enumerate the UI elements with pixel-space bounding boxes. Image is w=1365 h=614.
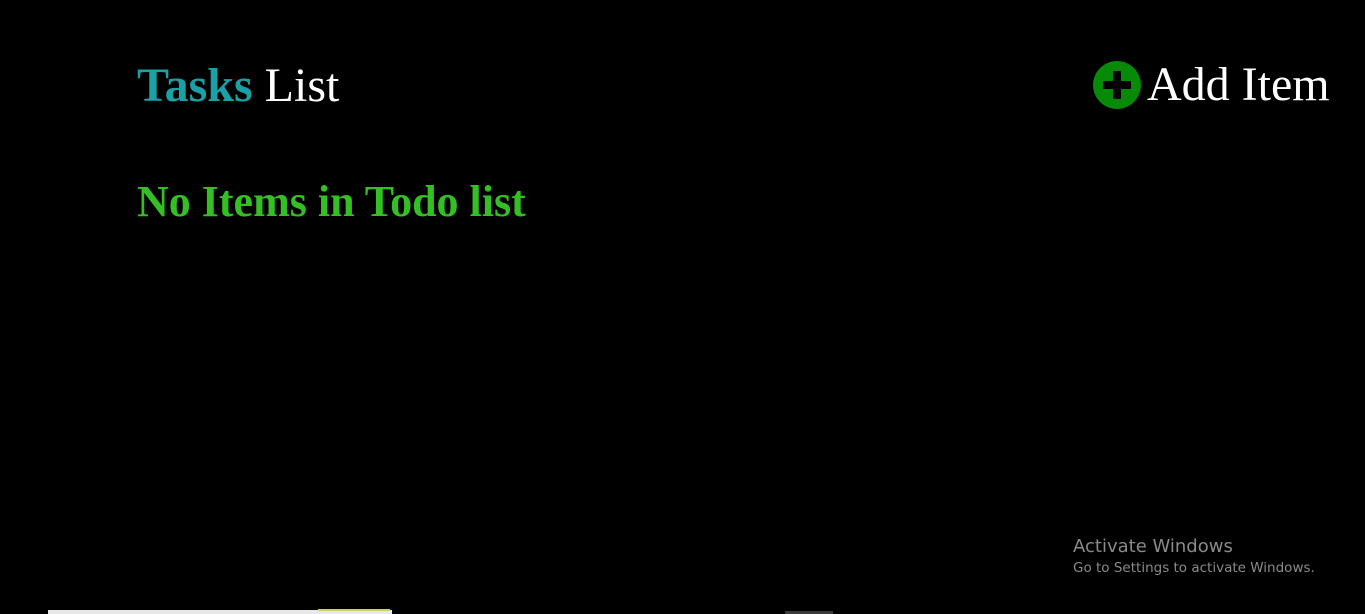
watermark-subtitle: Go to Settings to activate Windows. xyxy=(1073,560,1315,576)
add-item-label[interactable]: Add Item xyxy=(1147,57,1330,113)
plus-circle-icon[interactable] xyxy=(1093,61,1141,109)
watermark-title: Activate Windows xyxy=(1073,536,1233,557)
empty-list-message: No Items in Todo list xyxy=(137,177,526,226)
page-title-accent: Tasks xyxy=(137,59,253,112)
activate-windows-watermark: Activate Windows Go to Settings to activ… xyxy=(1073,535,1315,577)
add-item-button[interactable]: Add Item xyxy=(1093,57,1330,113)
bottom-strip-mark xyxy=(318,609,390,611)
page-title: Tasks List xyxy=(137,58,339,114)
page-title-main: List xyxy=(264,59,340,112)
